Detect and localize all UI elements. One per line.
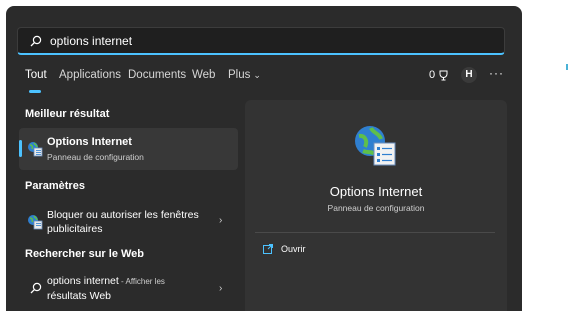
search-query: options internet — [50, 34, 133, 48]
start-search-panel: options internet Tout Applications Docum… — [6, 6, 522, 311]
more-options-icon[interactable]: ··· — [489, 66, 504, 80]
chevron-down-icon: ⌄ — [253, 70, 261, 80]
settings-heading: Paramètres — [25, 180, 85, 192]
open-external-icon — [263, 244, 273, 254]
trophy-icon — [439, 70, 448, 80]
tab-web[interactable]: Web — [192, 69, 215, 81]
settings-result[interactable]: Bloquer ou autoriser les fenêtres public… — [19, 206, 238, 238]
preview-title: Options Internet — [329, 184, 423, 199]
web-result-suffix: - Afficher les — [118, 277, 165, 286]
selection-indicator — [19, 140, 22, 157]
best-match-result[interactable]: Options Internet Panneau de configuratio… — [19, 128, 238, 170]
chevron-right-icon: › — [219, 215, 223, 226]
search-icon — [30, 35, 42, 47]
preview-divider — [255, 232, 495, 233]
preview-pane: Options Internet Panneau de configuratio… — [245, 100, 507, 311]
settings-result-line2: publicitaires — [47, 223, 103, 235]
internet-options-large-icon — [355, 126, 396, 166]
internet-options-icon — [28, 142, 43, 157]
avatar[interactable]: H — [461, 67, 477, 83]
preview-subtitle: Panneau de configuration — [327, 203, 425, 213]
search-icon — [30, 282, 42, 294]
best-match-title: Options Internet — [47, 136, 132, 148]
best-match-heading: Meilleur résultat — [25, 108, 110, 120]
tab-applications[interactable]: Applications — [59, 69, 121, 81]
web-search-heading: Rechercher sur le Web — [25, 248, 145, 260]
open-action-label: Ouvrir — [281, 244, 306, 254]
open-action[interactable]: Ouvrir — [263, 244, 306, 254]
internet-options-icon — [28, 215, 43, 230]
web-result-line2: résultats Web — [47, 290, 111, 302]
chevron-right-icon: › — [219, 283, 223, 294]
web-search-result[interactable]: options internet - Afficher les résultat… — [19, 272, 238, 304]
best-match-subtitle: Panneau de configuration — [47, 152, 144, 162]
desktop-edge-mark — [566, 64, 568, 70]
search-input[interactable]: options internet — [17, 27, 505, 55]
rewards-counter[interactable]: 0 — [429, 69, 449, 81]
tab-documents[interactable]: Documents — [128, 69, 186, 81]
web-result-line1: options internet - Afficher les — [47, 274, 165, 289]
active-tab-indicator — [29, 90, 41, 93]
settings-result-line1: Bloquer ou autoriser les fenêtres — [47, 209, 199, 221]
rewards-count: 0 — [429, 69, 436, 81]
web-result-query: options internet — [47, 275, 119, 287]
tab-all[interactable]: Tout — [25, 69, 47, 81]
tab-more-label: Plus — [228, 69, 251, 81]
tab-more[interactable]: Plus ⌄ — [228, 69, 261, 81]
